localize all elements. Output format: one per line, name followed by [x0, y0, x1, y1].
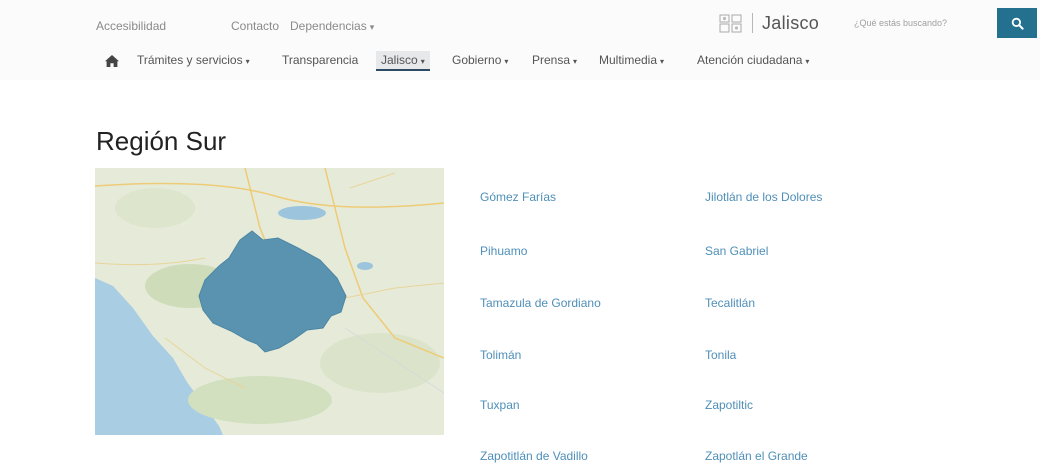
- municipality-link[interactable]: Tuxpan: [480, 398, 520, 412]
- nav-item-atencion[interactable]: Atención ciudadana ▾: [697, 53, 809, 67]
- nav-label: Multimedia: [599, 53, 658, 67]
- dependencies-label: Dependencias: [290, 19, 367, 33]
- municipality-link[interactable]: Tamazula de Gordiano: [480, 296, 601, 310]
- nav-item-jalisco[interactable]: Jalisco ▾: [376, 51, 430, 71]
- municipality-link[interactable]: Tecalitlán: [705, 296, 755, 310]
- caret-down-icon: ▾: [420, 57, 425, 66]
- search-button[interactable]: [997, 8, 1037, 38]
- caret-down-icon: ▾: [805, 57, 810, 66]
- search-icon: [1011, 17, 1024, 30]
- jalisco-seal-icon: [719, 14, 742, 33]
- contact-link[interactable]: Contacto: [231, 19, 279, 33]
- municipality-link[interactable]: Jilotlán de los Dolores: [705, 190, 822, 204]
- nav-label: Prensa: [532, 53, 571, 67]
- municipality-link[interactable]: Gómez Farías: [480, 190, 556, 204]
- nav-item-multimedia[interactable]: Multimedia ▾: [599, 53, 664, 67]
- municipality-link[interactable]: Zapotitlán de Vadillo: [480, 449, 588, 463]
- main-nav: Trámites y servicios ▾ Transparencia Jali…: [0, 44, 1040, 80]
- nav-label: Gobierno: [452, 53, 502, 67]
- home-icon[interactable]: [104, 53, 120, 69]
- nav-item-prensa[interactable]: Prensa ▾: [532, 53, 577, 67]
- municipality-link[interactable]: Tolimán: [480, 348, 521, 362]
- dependencies-menu[interactable]: Dependencias ▾: [290, 19, 374, 33]
- municipality-link[interactable]: Tonila: [705, 348, 736, 362]
- nav-label: Atención ciudadana: [697, 53, 803, 67]
- logo-divider: [752, 13, 753, 33]
- nav-item-transparencia[interactable]: Transparencia: [282, 53, 358, 67]
- nav-label: Trámites y servicios: [137, 53, 243, 67]
- caret-down-icon: ▾: [573, 57, 578, 66]
- accessibility-link[interactable]: Accesibilidad: [96, 19, 166, 33]
- municipality-link[interactable]: Zapotlán el Grande: [705, 449, 808, 463]
- nav-label: Jalisco: [381, 53, 418, 67]
- jalisco-logo[interactable]: Jalisco: [762, 13, 819, 34]
- municipality-link[interactable]: Zapotiltic: [705, 398, 753, 412]
- nav-item-gobierno[interactable]: Gobierno ▾: [452, 53, 508, 67]
- nav-label: Transparencia: [282, 53, 359, 67]
- municipality-link[interactable]: Pihuamo: [480, 244, 527, 258]
- search-input[interactable]: [848, 12, 998, 34]
- region-map: [95, 168, 444, 435]
- caret-down-icon: ▾: [245, 57, 250, 66]
- nav-item-tramites[interactable]: Trámites y servicios ▾: [137, 53, 250, 67]
- utility-bar: Accesibilidad Contacto Dependencias ▾ Jal…: [0, 0, 1040, 44]
- municipality-link[interactable]: San Gabriel: [705, 244, 768, 258]
- page-title: Región Sur: [96, 126, 227, 156]
- caret-down-icon: ▾: [369, 22, 375, 32]
- caret-down-icon: ▾: [504, 57, 509, 66]
- caret-down-icon: ▾: [660, 57, 665, 66]
